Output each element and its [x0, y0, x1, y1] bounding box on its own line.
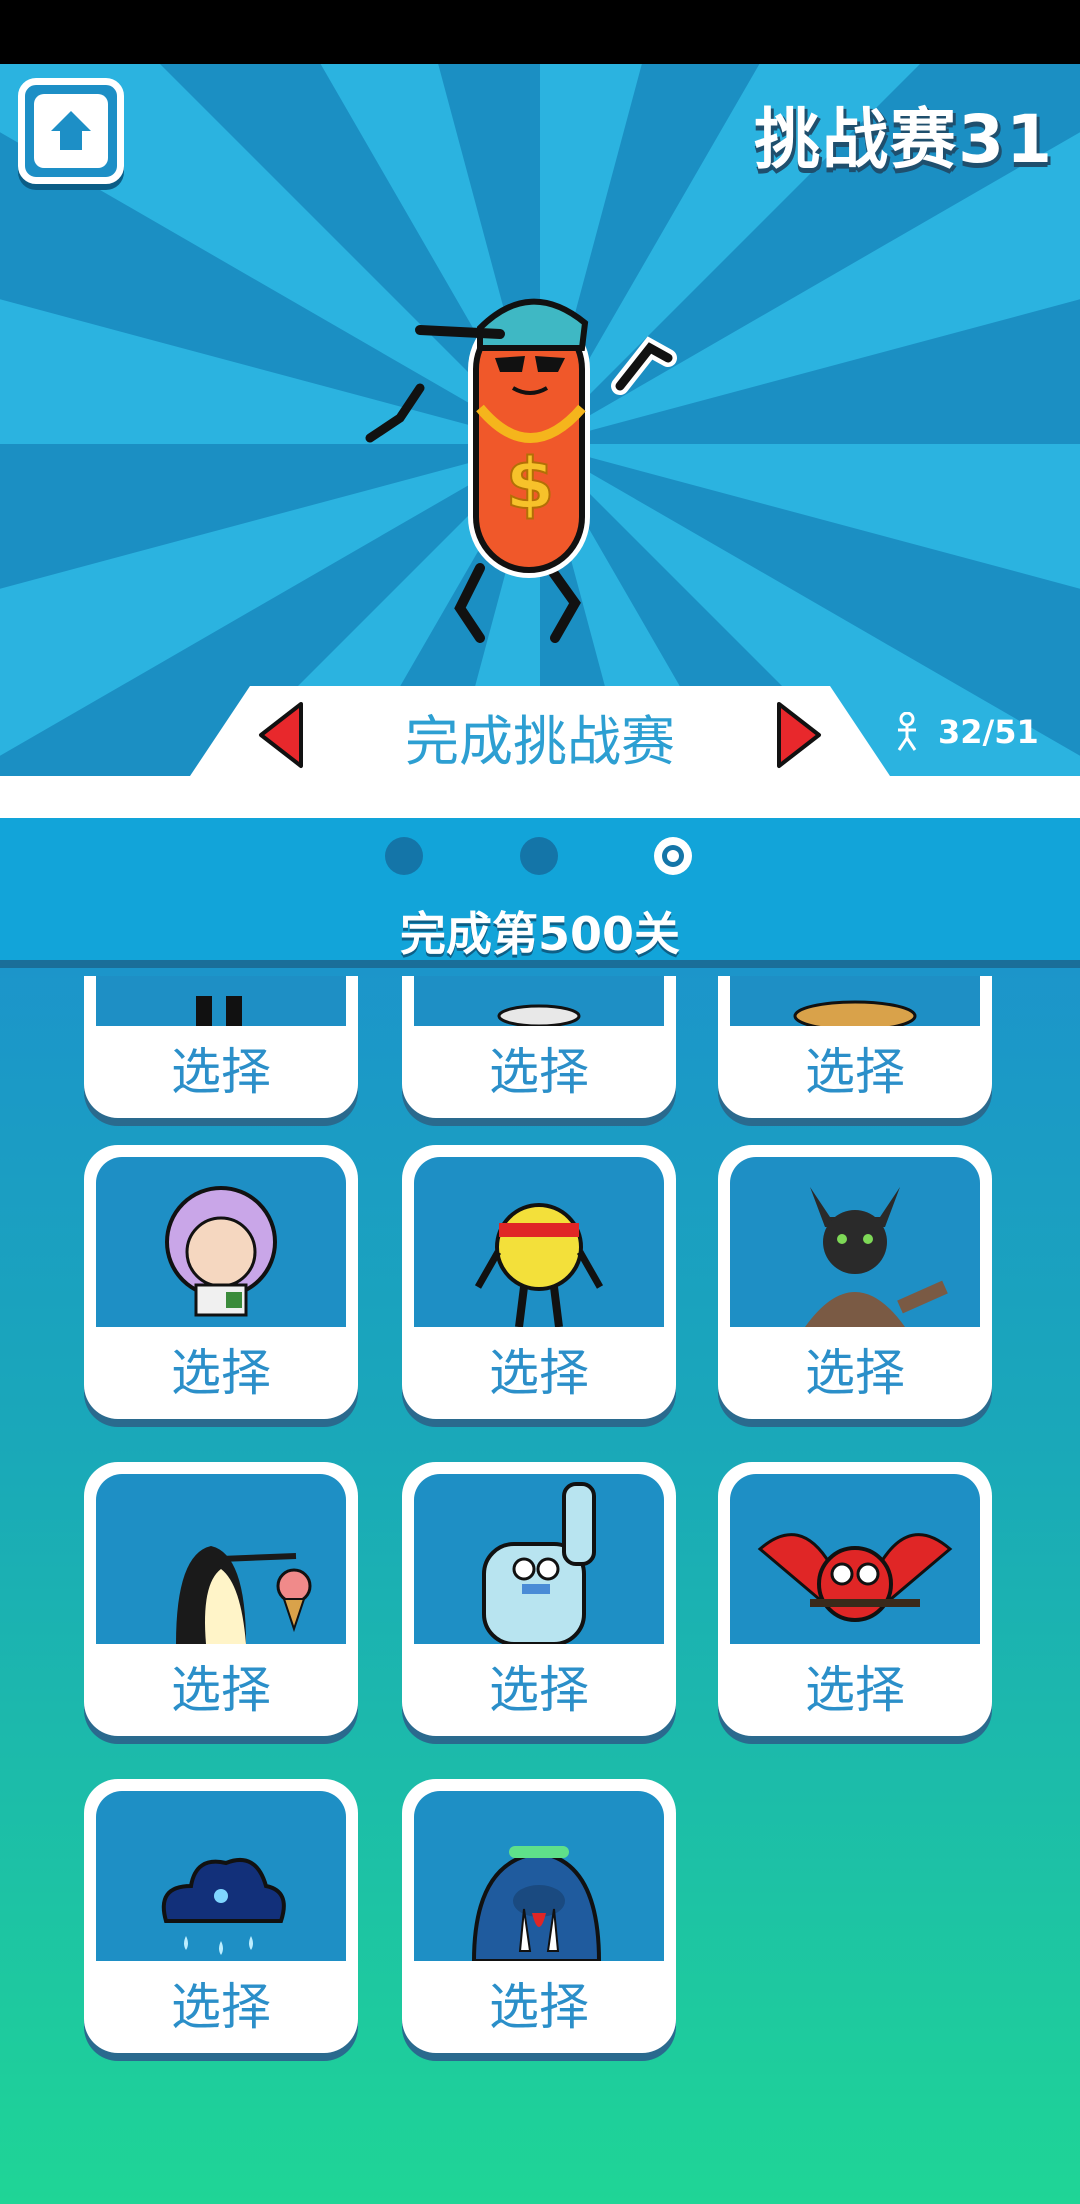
rain-cloud-icon [161, 1857, 286, 1955]
yeti-icon [482, 1482, 596, 1644]
walrus-icon [471, 1846, 602, 1961]
black-cat-icon [805, 1187, 948, 1327]
page-dot-1[interactable] [385, 837, 423, 875]
select-label: 选择 [489, 1344, 589, 1402]
character-grid: 选择 选择 选择 选择 选择 选择 选择 选择 选择 选择 选择 [0, 976, 1080, 2204]
person-icon [897, 712, 917, 751]
select-label: 选择 [805, 1344, 905, 1402]
partial-character-3 [793, 1000, 917, 1026]
svg-text:$: $ [506, 443, 555, 525]
partial-character-2 [497, 1004, 581, 1026]
home-icon [51, 111, 91, 150]
character-card[interactable]: 选择 [402, 976, 676, 1118]
character-card[interactable]: 选择 [718, 1145, 992, 1419]
select-label: 选择 [805, 1661, 905, 1719]
page-dot-3[interactable] [654, 837, 692, 875]
select-label: 选择 [171, 1661, 271, 1719]
character-card[interactable]: 选择 [84, 1462, 358, 1736]
owl-icon [757, 1533, 953, 1622]
tennis-ball-icon [474, 1203, 604, 1327]
select-label: 选择 [489, 1661, 589, 1719]
arrow-right-button[interactable] [774, 700, 824, 770]
page-dot-2[interactable] [520, 837, 558, 875]
grandma-icon [165, 1186, 277, 1317]
select-label: 选择 [489, 1043, 589, 1101]
progress-counter: 32/51 [894, 712, 1039, 752]
progress-text: 32/51 [938, 713, 1039, 751]
character-card[interactable]: 选择 [718, 976, 992, 1118]
penguin-icon [176, 1546, 312, 1644]
home-button[interactable] [18, 78, 124, 184]
character-card[interactable]: 选择 [84, 976, 358, 1118]
character-card[interactable]: 选择 [718, 1462, 992, 1736]
level-requirement: 完成第500关 [399, 907, 681, 961]
challenge-title: 挑战赛31 [754, 101, 1054, 178]
select-label: 选择 [171, 1344, 271, 1402]
separator-strip [0, 776, 1080, 818]
select-label: 选择 [171, 1978, 271, 2036]
character-card[interactable]: 选择 [402, 1462, 676, 1736]
select-label: 选择 [489, 1978, 589, 2036]
select-label: 选择 [171, 1043, 271, 1101]
character-card[interactable]: 选择 [84, 1145, 358, 1419]
character-card[interactable]: 选择 [84, 1779, 358, 2053]
character-card[interactable]: 选择 [402, 1779, 676, 2053]
character-card[interactable]: 选择 [402, 1145, 676, 1419]
select-label: 选择 [805, 1043, 905, 1101]
partial-character-1 [196, 996, 242, 1026]
status-bar [0, 0, 1080, 64]
character-pill-icon: $ [365, 298, 677, 643]
